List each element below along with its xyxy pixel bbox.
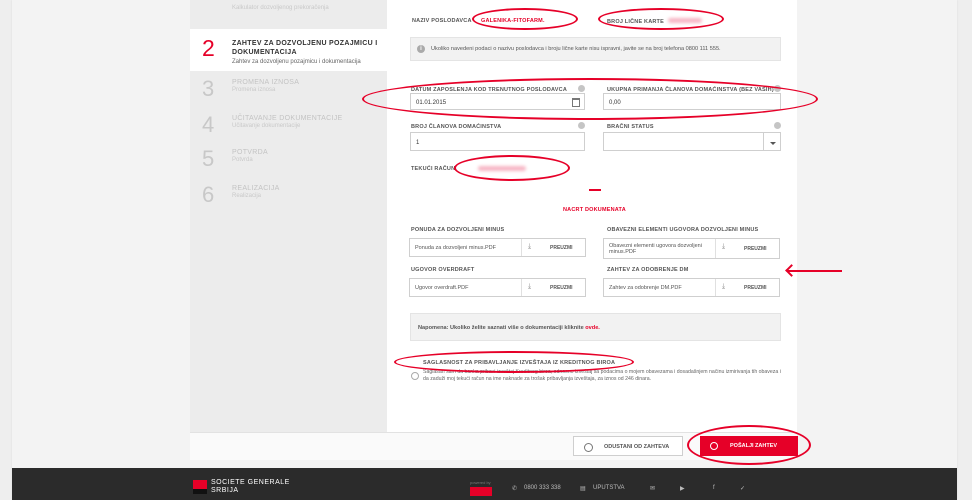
mail-icon[interactable]: ✉ (650, 485, 655, 492)
download-icon: ⤓ (722, 243, 726, 250)
document-file-name: Ponuda za dozvoljeni minus.PDF (415, 245, 497, 251)
step-2[interactable]: 2 ZAHTEV ZA DOZVOLJENU POZAJMICU I DOKUM… (190, 29, 387, 71)
pointer-arrow-icon (788, 270, 842, 272)
note-text: Napomena: Ukoliko želite saznati više o … (418, 325, 600, 331)
download-icon: ⤓ (528, 283, 532, 290)
download-label: PREUZMI (550, 245, 573, 251)
step-number: 3 (202, 76, 215, 101)
step-6[interactable]: 6 REALIZACIJA Realizacija (190, 180, 387, 224)
marital-status-select[interactable] (603, 132, 781, 151)
step-subtitle: Zahtev za dozvoljenu pozajmicu i dokumen… (232, 59, 361, 65)
employer-label: NAZIV POSLODAVCA (412, 18, 472, 24)
document-file-name: Zahtev za odobrenje DM.PDF (609, 285, 682, 291)
guide-icon: ▤ (580, 486, 586, 492)
step-number: 1 (202, 0, 214, 2)
household-members-input[interactable]: 1 (410, 132, 585, 151)
step-title: ZAHTEV ZA DOZVOLJENU POZAJMICU I DOKUMEN… (232, 40, 378, 56)
doc-label: ZAHTEV ZA ODOBRENJE DM (607, 267, 689, 273)
step-subtitle: Potvrda (232, 157, 253, 163)
phone-icon: ✆ (512, 486, 518, 492)
highlight-ellipse (687, 425, 811, 465)
brand-logo-icon (193, 480, 207, 494)
household-members-value: 1 (416, 140, 420, 146)
download-label: PREUZMI (550, 285, 573, 291)
consent-checkbox[interactable] (411, 372, 419, 380)
steps-sidebar: 1 Kalkulator dozvoljenog prekoračenja 2 … (190, 0, 387, 432)
document-row: Ponuda za dozvoljeni minus.PDF ⤓ PREUZMI (409, 238, 586, 257)
cancel-label: ODUSTANI OD ZAHTEVA (604, 444, 670, 450)
note-box: Napomena: Ukoliko želite saznati više o … (410, 313, 781, 341)
section-divider (589, 189, 601, 191)
step-number: 5 (202, 146, 215, 171)
facebook-icon[interactable]: f (713, 485, 715, 491)
download-button[interactable]: ⤓ PREUZMI (521, 239, 586, 256)
guide-link[interactable]: UPUTSTVA (593, 485, 625, 491)
cancel-request-button[interactable]: ODUSTANI OD ZAHTEVA (573, 436, 683, 456)
phone-number[interactable]: 0800 333 338 (524, 485, 561, 491)
step-number: 2 (202, 35, 215, 61)
document-row: Obavezni elementi ugovora dozvoljeni min… (603, 238, 780, 259)
download-label: PREUZMI (744, 285, 767, 291)
draft-title: NACRT DOKUMENATA (563, 207, 626, 213)
download-button[interactable]: ⤓ PREUZMI (521, 279, 586, 296)
download-button[interactable]: ⤓ PREUZMI (715, 279, 780, 296)
document-row: Zahtev za odobrenje DM.PDF ⤓ PREUZMI (603, 278, 780, 297)
step-title: POTVRDA (232, 149, 268, 156)
twitter-icon[interactable]: ✓ (740, 485, 745, 492)
note-link[interactable]: ovde. (585, 325, 600, 331)
doc-label: UGOVOR OVERDRAFT (411, 267, 475, 273)
highlight-ellipse (454, 155, 570, 181)
document-row: Ugovor overdraft.PDF ⤓ PREUZMI (409, 278, 586, 297)
highlight-ellipse (394, 351, 634, 373)
chevron-down-icon[interactable] (763, 133, 780, 150)
marital-status-label: BRAČNI STATUS (607, 124, 654, 130)
step-subtitle: Kalkulator dozvoljenog prekoračenja (232, 5, 329, 11)
help-icon[interactable] (578, 122, 585, 129)
step-number: 6 (202, 182, 215, 207)
info-bar: i Ukoliko navedeni podaci o nazivu poslo… (410, 37, 781, 61)
note-text-content: Napomena: Ukoliko želite saznati više o … (418, 325, 584, 331)
highlight-ellipse (598, 8, 724, 30)
brand-name[interactable]: SOCIETE GENERALE SRBIJA (211, 479, 290, 495)
cancel-icon (584, 443, 593, 452)
step-subtitle: Promena iznosa (232, 87, 276, 93)
doc-label: OBAVEZNI ELEMENTI UGOVORA DOZVOLJENI MIN… (607, 227, 759, 233)
document-file-name: Ugovor overdraft.PDF (415, 285, 469, 291)
brand-line-1: SOCIETE GENERALE (211, 479, 290, 486)
powered-by: powered by (470, 480, 491, 485)
powered-by-logo (470, 487, 492, 496)
info-text: Ukoliko navedeni podaci o nazivu posloda… (431, 46, 721, 52)
step-subtitle: Realizacija (232, 193, 262, 199)
doc-label: PONUDA ZA DOZVOLJENI MINUS (411, 227, 505, 233)
download-icon: ⤓ (528, 243, 532, 250)
help-icon[interactable] (774, 122, 781, 129)
household-members-label: BROJ ČLANOVA DOMAĆINSTVA (411, 124, 502, 130)
step-subtitle: Učitavanje dokumentacije (232, 123, 301, 129)
step-1[interactable]: 1 Kalkulator dozvoljenog prekoračenja (190, 0, 387, 18)
download-icon: ⤓ (722, 283, 726, 290)
step-number: 4 (202, 112, 215, 137)
info-icon: i (417, 45, 425, 53)
brand-line-2: SRBIJA (211, 487, 239, 494)
highlight-ellipse (472, 8, 578, 30)
document-file-name: Obavezni elementi ugovora dozvoljeni min… (609, 243, 702, 255)
video-icon[interactable]: ▶ (680, 485, 685, 492)
current-account-label: TEKUĆI RAČUN (411, 166, 456, 172)
download-button[interactable]: ⤓ PREUZMI (715, 239, 780, 258)
highlight-ellipse (362, 78, 818, 120)
download-label: PREUZMI (744, 246, 767, 252)
